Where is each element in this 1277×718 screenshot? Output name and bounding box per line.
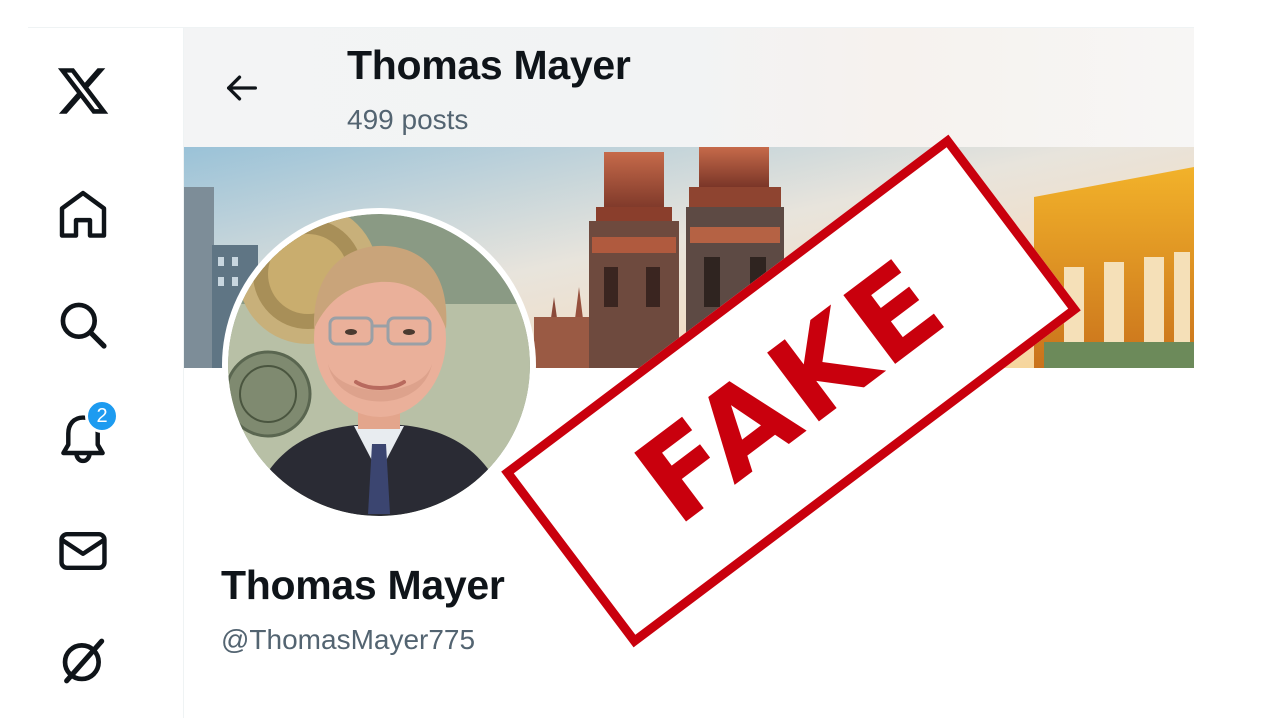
page: 2 Thomas Mayer 499 posts Thomas Mayer @T… xyxy=(0,0,1277,718)
avatar[interactable] xyxy=(222,208,536,522)
sidebar-nav: 2 xyxy=(28,28,184,718)
back-arrow-icon[interactable] xyxy=(220,66,264,110)
search-icon[interactable] xyxy=(54,296,112,354)
grok-icon[interactable] xyxy=(54,632,112,690)
x-logo-icon[interactable] xyxy=(54,62,112,120)
header-title: Thomas Mayer xyxy=(347,42,631,88)
post-count: 499 posts xyxy=(347,104,469,135)
profile-handle: @ThomasMayer775 xyxy=(221,624,476,655)
notification-badge: 2 xyxy=(85,399,119,433)
profile-main: Thomas Mayer 499 posts Thomas Mayer @Tho… xyxy=(184,28,1194,718)
profile-header: Thomas Mayer 499 posts xyxy=(184,28,1194,147)
display-name: Thomas Mayer xyxy=(221,562,505,608)
home-icon[interactable] xyxy=(54,186,112,244)
mail-icon[interactable] xyxy=(54,522,112,580)
